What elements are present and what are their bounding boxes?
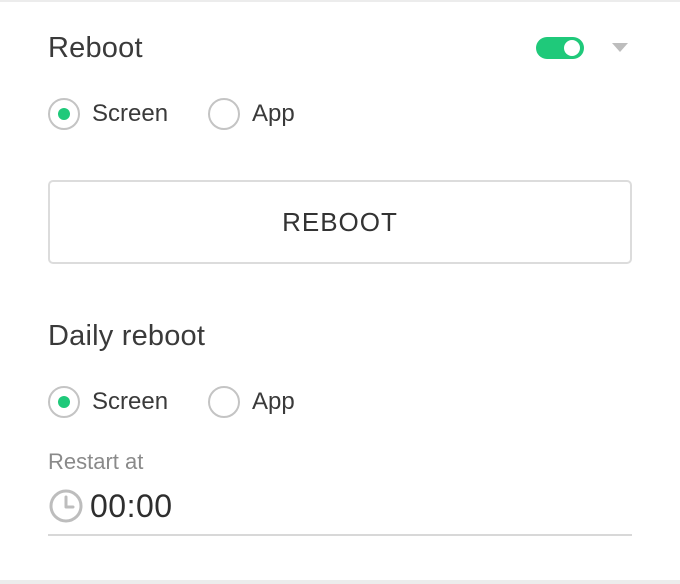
daily-radio-screen[interactable]: Screen — [48, 385, 168, 419]
radio-label: App — [252, 100, 295, 127]
radio-circle — [208, 98, 240, 130]
daily-reboot-title: Daily reboot — [48, 320, 206, 352]
radio-circle — [208, 386, 240, 418]
daily-radio-app[interactable]: App — [208, 385, 295, 419]
restart-at-label: Restart at — [48, 449, 144, 474]
reboot-radio-screen[interactable]: Screen — [48, 97, 168, 131]
reboot-toggle[interactable] — [536, 37, 584, 59]
radio-circle — [48, 98, 80, 130]
top-divider — [0, 0, 680, 2]
radio-label: App — [252, 388, 295, 415]
radio-circle — [48, 386, 80, 418]
chevron-down-icon[interactable] — [612, 43, 628, 52]
radio-label: Screen — [92, 100, 169, 127]
clock-icon — [49, 489, 83, 523]
reboot-title: Reboot — [48, 32, 143, 64]
restart-time-field[interactable]: 00:00 — [48, 482, 632, 536]
reboot-button[interactable]: REBOOT — [48, 180, 632, 264]
restart-time-value: 00:00 — [90, 487, 173, 524]
toggle-knob — [564, 40, 580, 56]
radio-label: Screen — [92, 388, 169, 415]
reboot-radio-app[interactable]: App — [208, 97, 295, 131]
bottom-divider — [0, 580, 680, 584]
